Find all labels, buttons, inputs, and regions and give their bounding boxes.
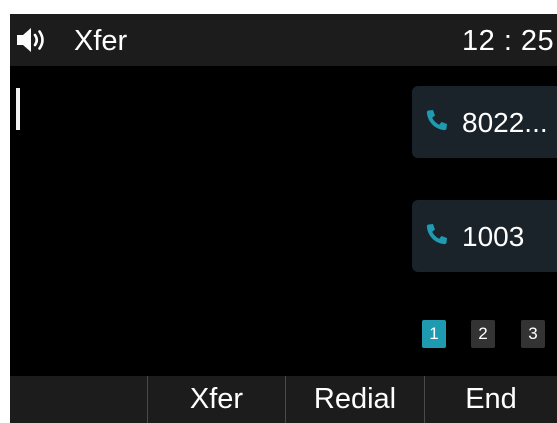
status-time: 12 : 25 [462, 25, 555, 57]
speaker-icon [17, 28, 44, 52]
call-card[interactable]: 1003 [412, 200, 557, 272]
softkey-empty[interactable] [10, 376, 147, 423]
end-softkey[interactable]: End [425, 376, 557, 423]
phone-icon [426, 224, 447, 245]
page-dot-3[interactable]: 3 [521, 320, 545, 348]
status-bar: Xfer 12 : 25 [10, 14, 557, 66]
status-title: Xfer [74, 25, 128, 57]
xfer-softkey[interactable]: Xfer [148, 376, 285, 423]
page-dot-1[interactable]: 1 [422, 320, 446, 348]
page-dot-2[interactable]: 2 [471, 320, 495, 348]
call-number: 1003 [462, 221, 525, 252]
phone-icon [426, 110, 447, 131]
call-card[interactable]: 8022... [412, 86, 557, 158]
call-number: 8022... [462, 107, 548, 138]
softkey-bar: Xfer Redial End [10, 376, 557, 423]
phone-screen: Xfer 12 : 25 8022... 1003 1 2 3 Xfer Red… [10, 14, 557, 423]
redial-softkey[interactable]: Redial [286, 376, 424, 423]
text-cursor [16, 88, 20, 130]
